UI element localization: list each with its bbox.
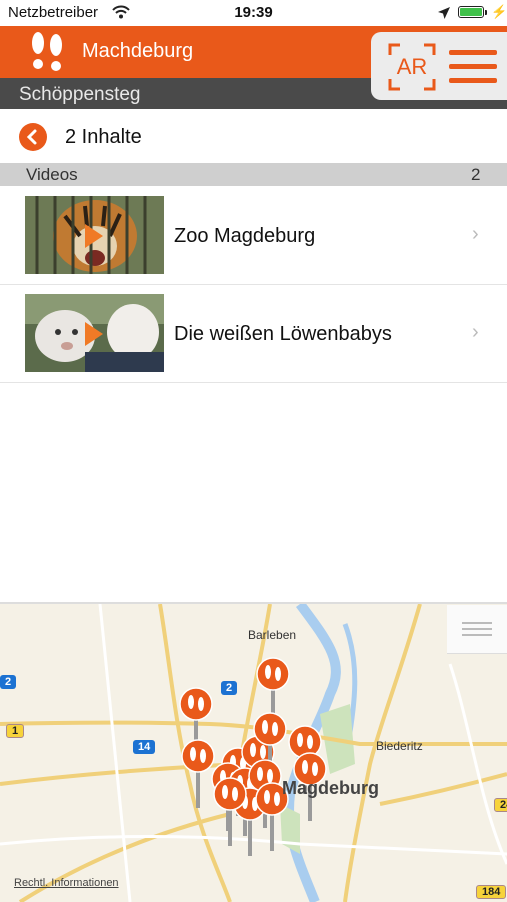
map-view[interactable]: Barleben Biederitz: [0, 602, 507, 902]
app-title: Machdeburg: [82, 40, 194, 62]
charging-icon: ⚡: [491, 4, 507, 19]
road-shield: 2: [0, 675, 17, 689]
footprints-logo-icon[interactable]: [27, 30, 67, 74]
road-shield: 2: [221, 681, 238, 695]
section-count: 2: [471, 165, 481, 184]
video-thumbnail-lions: [25, 294, 164, 372]
play-icon: [85, 224, 103, 248]
location-arrow-icon: [438, 7, 450, 19]
place-label-biederitz: Biederitz: [376, 739, 423, 753]
clock: 19:39: [234, 4, 273, 21]
map-menu-button[interactable]: [447, 605, 507, 654]
city-label: Magdeburg: [282, 778, 379, 798]
chevron-left-icon: [26, 129, 37, 145]
road-shield: 184: [476, 885, 507, 899]
content-count: 2 Inhalte: [65, 126, 142, 148]
battery-tip: [485, 10, 487, 15]
play-icon: [85, 322, 103, 346]
status-bar: Netzbetreiber 19:39 ⚡: [0, 0, 507, 26]
chevron-right-icon: ›: [472, 223, 479, 245]
section-label: Videos: [26, 165, 78, 184]
hamburger-menu-icon[interactable]: [449, 50, 497, 84]
wifi-icon: [112, 5, 130, 19]
road-shield: 24: [494, 798, 507, 812]
video-list-item[interactable]: Zoo Magdeburg ›: [0, 187, 507, 285]
video-title: Die weißen Löwenbabys: [174, 323, 392, 345]
video-thumbnail-tiger: [25, 196, 164, 274]
ar-label: AR: [396, 54, 428, 79]
back-button[interactable]: [19, 123, 47, 151]
map-canvas: [0, 604, 507, 902]
ar-button[interactable]: AR: [388, 43, 436, 91]
road-shield: 1: [6, 724, 25, 738]
video-list-item[interactable]: Die weißen Löwenbabys ›: [0, 285, 507, 383]
legal-info-link[interactable]: Rechtl. Informationen: [14, 877, 119, 889]
video-title: Zoo Magdeburg: [174, 225, 316, 247]
chevron-right-icon: ›: [472, 321, 479, 343]
battery-icon: [458, 6, 484, 18]
location-name: Schöppensteg: [19, 84, 141, 105]
road-shield: 14: [133, 740, 156, 754]
place-label-barleben: Barleben: [248, 628, 297, 642]
